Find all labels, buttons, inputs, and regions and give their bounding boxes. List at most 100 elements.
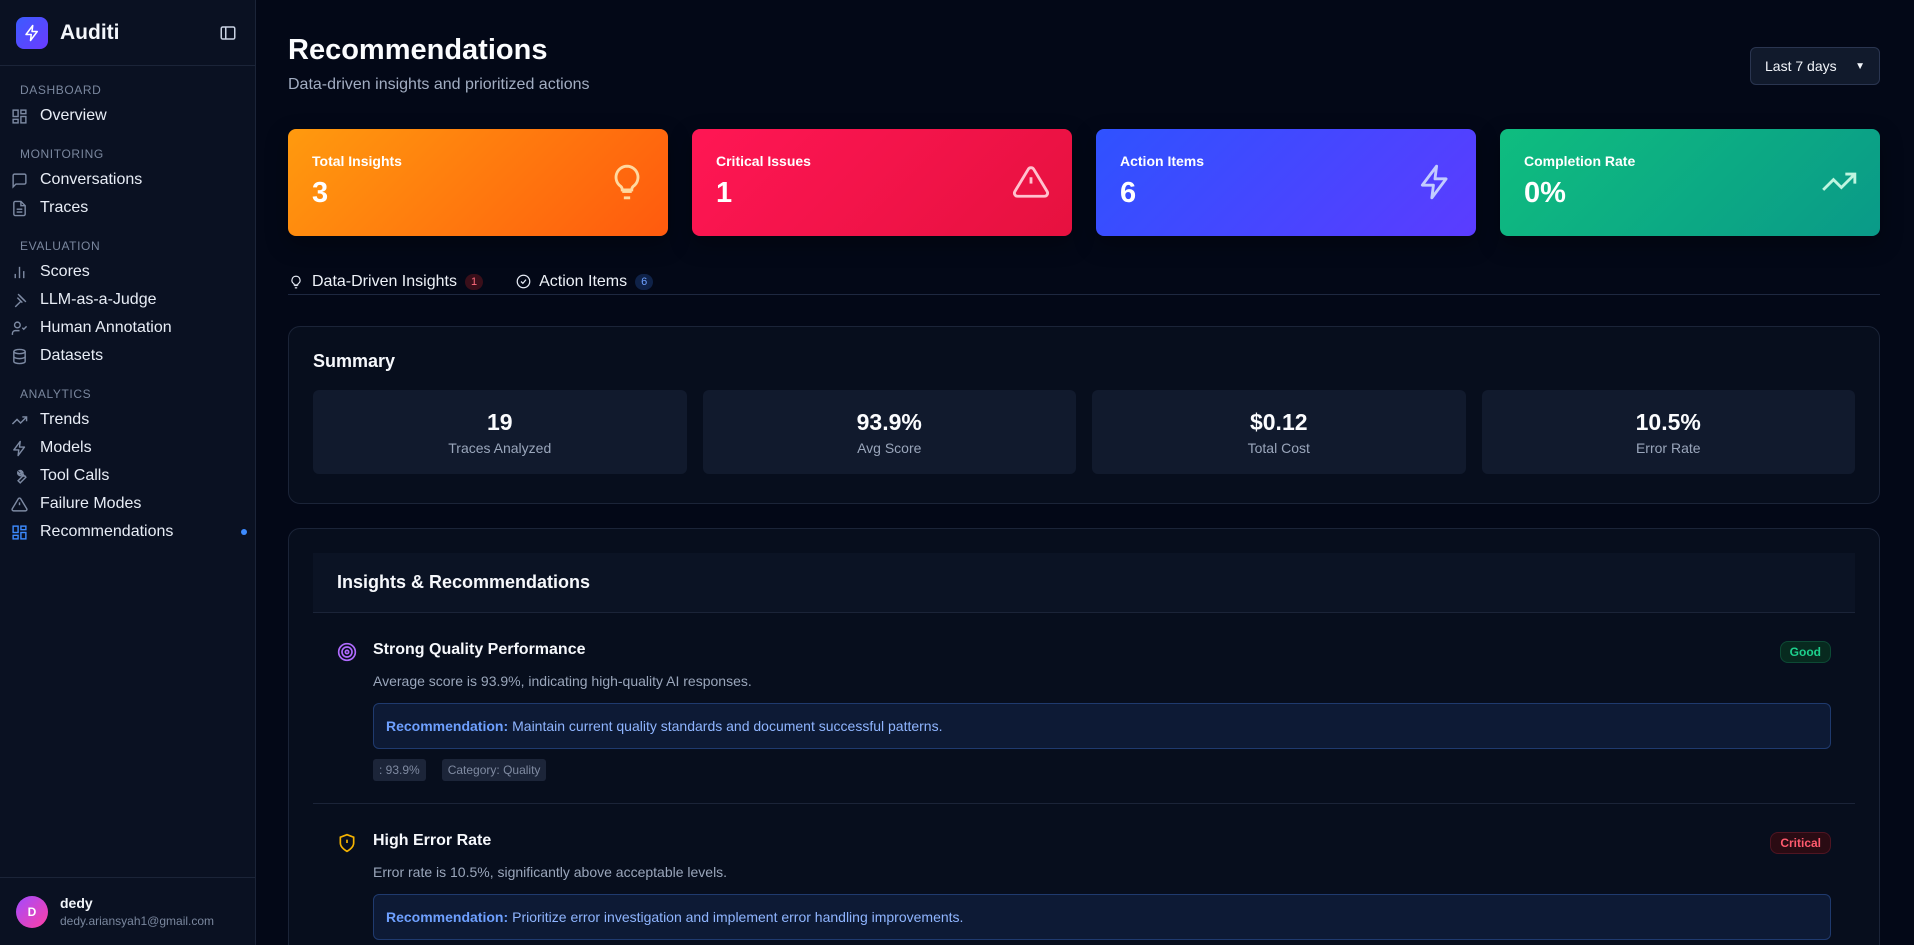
- sidebar-item-label: Models: [40, 439, 92, 456]
- nav-heading: DASHBOARD: [20, 83, 102, 97]
- sidebar-item-failure-modes[interactable]: Failure Modes: [0, 490, 255, 518]
- lightbulb-icon: [288, 274, 304, 290]
- nav-section-monitoring: MONITORING Conversations Traces: [0, 146, 255, 222]
- summary-value: 19: [486, 408, 513, 435]
- status-badge: Good: [1779, 641, 1831, 663]
- stat-card-completion-rate: Completion Rate 0%: [1500, 129, 1880, 236]
- sidebar-item-label: LLM-as-a-Judge: [40, 291, 157, 308]
- gavel-icon: [10, 291, 28, 309]
- user-info: dedy dedy.ariansyah1@gmail.com: [60, 895, 214, 928]
- sidebar-item-label: Traces: [40, 199, 89, 216]
- sidebar-item-traces[interactable]: Traces: [0, 194, 255, 222]
- recommendation-box: Recommendation: Prioritize error investi…: [373, 894, 1831, 940]
- insight-description: Error rate is 10.5%, significantly above…: [373, 864, 728, 880]
- zap-icon: [1416, 163, 1454, 201]
- stat-value: 1: [716, 177, 733, 209]
- user-profile[interactable]: D dedy dedy.ariansyah1@gmail.com: [0, 877, 255, 945]
- summary-value: 93.9%: [856, 408, 922, 435]
- sidebar-item-scores[interactable]: Scores: [0, 258, 255, 286]
- message-icon: [10, 171, 28, 189]
- stat-label: Completion Rate: [1524, 153, 1636, 169]
- sidebar-item-overview[interactable]: Overview: [0, 102, 255, 130]
- summary-label: Total Cost: [1247, 439, 1310, 456]
- app-name: Auditi: [60, 20, 120, 44]
- stat-value: 6: [1120, 177, 1137, 209]
- zap-icon: [10, 439, 28, 457]
- nav-heading: ANALYTICS: [20, 387, 92, 401]
- insight-card: High Error Rate Error rate is 10.5%, sig…: [313, 804, 1855, 940]
- target-icon: [337, 642, 357, 662]
- sidebar-item-label: Conversations: [40, 171, 143, 188]
- sidebar-item-label: Recommendations: [40, 523, 174, 540]
- user-check-icon: [10, 319, 28, 337]
- database-icon: [10, 347, 28, 365]
- recommendation-box: Recommendation: Maintain current quality…: [373, 703, 1831, 749]
- insight-card: Strong Quality Performance Average score…: [313, 613, 1855, 804]
- summary-panel: Summary 19 Traces Analyzed 93.9% Avg Sco…: [288, 326, 1880, 504]
- avatar: D: [16, 895, 48, 928]
- metric-chip: : 93.9%: [373, 759, 426, 781]
- sidebar: Auditi DASHBOARD Overview MONITORING Con…: [0, 0, 256, 945]
- summary-value: 10.5%: [1635, 408, 1701, 435]
- bar-chart-icon: [10, 263, 28, 281]
- stat-card-critical-issues: Critical Issues 1: [692, 129, 1072, 236]
- chevron-down-icon: ▼: [1855, 60, 1865, 72]
- sidebar-item-human-annotation[interactable]: Human Annotation: [0, 314, 255, 342]
- sidebar-item-label: Human Annotation: [40, 319, 172, 336]
- summary-value: $0.12: [1249, 408, 1308, 435]
- sidebar-item-label: Tool Calls: [40, 467, 110, 484]
- tab-action-items[interactable]: Action Items 6: [515, 269, 654, 294]
- sidebar-item-trends[interactable]: Trends: [0, 406, 255, 434]
- alert-triangle-icon: [10, 495, 28, 513]
- tab-count-badge: 6: [635, 273, 654, 290]
- date-range-select[interactable]: Last 7 days ▼: [1750, 47, 1880, 85]
- summary-grid: 19 Traces Analyzed 93.9% Avg Score $0.12…: [313, 390, 1855, 474]
- sidebar-item-conversations[interactable]: Conversations: [0, 166, 255, 194]
- insight-description: Average score is 93.9%, indicating high-…: [373, 673, 752, 689]
- trending-up-icon: [1820, 163, 1858, 201]
- alert-triangle-icon: [1012, 163, 1050, 201]
- insight-title: High Error Rate: [373, 832, 492, 849]
- user-name: dedy: [60, 895, 93, 911]
- date-range-value: Last 7 days: [1765, 58, 1837, 74]
- grid-icon: [10, 107, 28, 125]
- tab-count-badge: 1: [464, 273, 484, 290]
- sidebar-item-models[interactable]: Models: [0, 434, 255, 462]
- summary-label: Error Rate: [1635, 439, 1701, 456]
- tab-label: Action Items: [539, 272, 628, 290]
- active-indicator: [241, 529, 247, 535]
- sidebar-item-label: Trends: [40, 411, 90, 428]
- nav-heading: EVALUATION: [20, 239, 101, 253]
- sidebar-item-datasets[interactable]: Datasets: [0, 342, 255, 370]
- stat-value: 0%: [1524, 177, 1566, 209]
- nav-section-evaluation: EVALUATION Scores LLM-as-a-Judge Human A…: [0, 238, 255, 370]
- check-circle-icon: [515, 274, 531, 290]
- summary-label: Traces Analyzed: [448, 439, 552, 456]
- page-subtitle: Data-driven insights and prioritized act…: [288, 76, 590, 93]
- recommendation-label: Recommendation:: [386, 909, 509, 925]
- nav-section-analytics: ANALYTICS Trends Models Tool Calls Failu…: [0, 386, 255, 546]
- insight-tags: : 93.9% Category: Quality: [373, 759, 1831, 781]
- summary-card-error-rate: 10.5% Error Rate: [1481, 390, 1855, 474]
- stat-label: Total Insights: [312, 153, 402, 169]
- stat-card-action-items: Action Items 6: [1096, 129, 1476, 236]
- summary-label: Avg Score: [857, 439, 922, 456]
- shield-alert-icon: [337, 833, 357, 853]
- recommendation-label: Recommendation:: [386, 718, 509, 734]
- tab-data-driven-insights[interactable]: Data-Driven Insights 1: [288, 269, 484, 294]
- sidebar-item-tool-calls[interactable]: Tool Calls: [0, 462, 255, 490]
- summary-card-traces: 19 Traces Analyzed: [313, 390, 687, 474]
- insights-panel: Insights & Recommendations Strong Qualit…: [288, 528, 1880, 945]
- nav-section-dashboard: DASHBOARD Overview: [0, 82, 255, 130]
- sidebar-item-recommendations[interactable]: Recommendations: [0, 518, 255, 546]
- sidebar-toggle-icon[interactable]: [217, 22, 239, 44]
- main-content: Recommendations Data-driven insights and…: [288, 0, 1880, 945]
- summary-card-total-cost: $0.12 Total Cost: [1092, 390, 1466, 474]
- stats-row: Total Insights 3 Critical Issues 1 Actio…: [288, 129, 1880, 236]
- sidebar-item-llm-as-a-judge[interactable]: LLM-as-a-Judge: [0, 286, 255, 314]
- brand: Auditi: [0, 0, 255, 66]
- trending-up-icon: [10, 411, 28, 429]
- insight-title: Strong Quality Performance: [373, 641, 586, 658]
- app-logo-icon[interactable]: [16, 16, 48, 49]
- sidebar-item-label: Scores: [40, 263, 90, 280]
